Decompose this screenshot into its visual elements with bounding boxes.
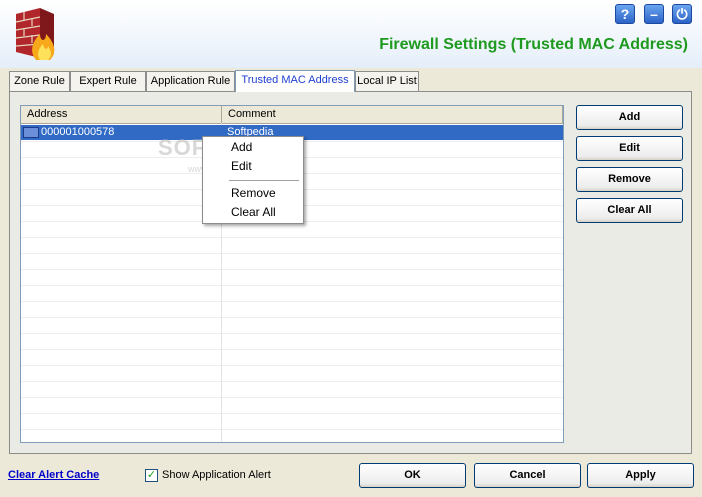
- grid-line: [21, 269, 563, 270]
- grid-line: [21, 397, 563, 398]
- grid-line: [21, 429, 563, 430]
- tab-zone-rule[interactable]: Zone Rule: [9, 71, 70, 91]
- grid-line: [21, 413, 563, 414]
- network-card-icon: [23, 127, 39, 138]
- menu-item-clear-all[interactable]: Clear All: [231, 205, 276, 219]
- column-header-address[interactable]: Address: [21, 106, 222, 123]
- show-application-alert-label[interactable]: Show Application Alert: [162, 469, 271, 481]
- header-banner: ? – ⏻ Firewall Settings (Trusted MAC Add…: [0, 0, 702, 68]
- menu-item-remove[interactable]: Remove: [231, 186, 276, 200]
- grid-line: [21, 253, 563, 254]
- menu-item-add[interactable]: Add: [231, 140, 252, 154]
- column-header-comment[interactable]: Comment: [222, 106, 563, 123]
- help-icon[interactable]: ?: [615, 4, 635, 24]
- grid-line: [21, 333, 563, 334]
- tab-application-rule[interactable]: Application Rule: [146, 71, 235, 91]
- show-application-alert-checkbox[interactable]: ✓: [145, 469, 158, 482]
- grid-line: [21, 285, 563, 286]
- grid-line: [21, 381, 563, 382]
- row-address: 000001000578: [41, 126, 115, 138]
- apply-button[interactable]: Apply: [587, 463, 694, 488]
- menu-separator: [229, 180, 299, 181]
- context-menu: Add Edit Remove Clear All: [202, 136, 304, 224]
- tab-expert-rule[interactable]: Expert Rule: [70, 71, 146, 91]
- remove-button[interactable]: Remove: [576, 167, 683, 192]
- clear-alert-cache-link[interactable]: Clear Alert Cache: [8, 469, 99, 481]
- tab-local-ip-list[interactable]: Local IP List: [355, 71, 419, 91]
- page-title: Firewall Settings (Trusted MAC Address): [379, 36, 688, 53]
- menu-item-edit[interactable]: Edit: [231, 159, 252, 173]
- edit-button[interactable]: Edit: [576, 136, 683, 161]
- tab-trusted-mac-address[interactable]: Trusted MAC Address: [235, 70, 355, 92]
- checkmark-icon: ✓: [146, 469, 157, 481]
- grid-line: [21, 365, 563, 366]
- list-header: Address Comment: [21, 106, 563, 124]
- ok-button[interactable]: OK: [359, 463, 466, 488]
- cancel-button[interactable]: Cancel: [474, 463, 581, 488]
- power-icon[interactable]: ⏻: [672, 4, 692, 24]
- grid-line: [21, 317, 563, 318]
- clear-all-button[interactable]: Clear All: [576, 198, 683, 223]
- grid-line: [21, 301, 563, 302]
- add-button[interactable]: Add: [576, 105, 683, 130]
- grid-line: [21, 237, 563, 238]
- firewall-logo-icon: [15, 8, 55, 60]
- grid-line: [21, 349, 563, 350]
- minimize-icon[interactable]: –: [644, 4, 664, 24]
